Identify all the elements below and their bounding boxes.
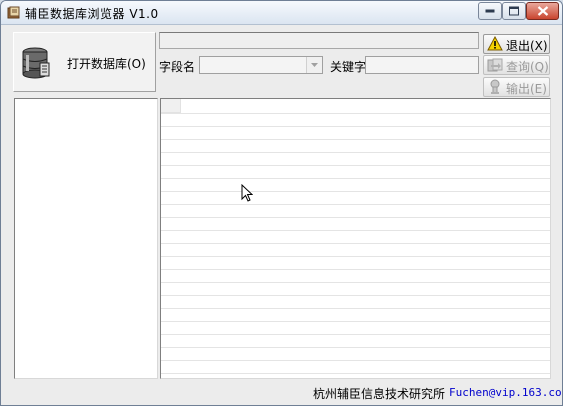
mouse-cursor-icon — [241, 184, 253, 202]
maximize-button[interactable] — [502, 2, 526, 20]
grid-row-line — [161, 295, 550, 296]
keyword-label: 关键字 — [330, 60, 367, 74]
path-display — [159, 32, 479, 49]
status-organization: 杭州辅臣信息技术研究所 — [313, 387, 446, 401]
title-bar[interactable]: 辅臣数据库浏览器 V1.0 — [1, 1, 562, 25]
grid-row-line — [161, 165, 550, 166]
grid-row-line — [161, 243, 550, 244]
data-grid[interactable] — [160, 98, 551, 379]
minimize-icon — [485, 9, 495, 13]
table-list[interactable] — [14, 98, 158, 379]
grid-row-line — [161, 256, 550, 257]
field-name-select[interactable] — [199, 56, 323, 74]
query-button[interactable]: 查询(Q) — [483, 55, 550, 75]
grid-row-line — [161, 217, 550, 218]
open-database-label: 打开数据库(O) — [67, 57, 146, 71]
close-button[interactable] — [526, 2, 559, 20]
window-title: 辅臣数据库浏览器 V1.0 — [25, 7, 159, 21]
minimize-button[interactable] — [478, 2, 502, 20]
field-name-label: 字段名 — [159, 60, 196, 74]
grid-row-line — [161, 126, 550, 127]
exit-label: 退出(X) — [506, 39, 548, 53]
grid-row-line — [161, 178, 550, 179]
grid-row-line — [161, 373, 550, 374]
grid-row-line — [161, 282, 550, 283]
grid-row-line — [161, 321, 550, 322]
grid-row-line — [161, 191, 550, 192]
grid-row-line — [161, 139, 550, 140]
grid-corner-header[interactable] — [161, 99, 181, 113]
grid-row-line — [161, 347, 550, 348]
app-window: 辅臣数据库浏览器 V1.0 打开数据库(O) 字段名 关键字 退出(X) 查询(… — [0, 0, 563, 406]
grid-row-line — [161, 308, 550, 309]
app-book-icon — [7, 6, 20, 19]
export-icon — [490, 79, 500, 94]
chevron-down-icon — [311, 63, 318, 67]
maximize-icon — [509, 6, 519, 16]
field-dropdown-button[interactable] — [306, 57, 322, 73]
grid-row-line — [161, 334, 550, 335]
grid-row-line — [161, 360, 550, 361]
client-area: 打开数据库(O) 字段名 关键字 退出(X) 查询(Q) 输出(E) 杭州辅臣信… — [5, 27, 562, 403]
status-email: Fuchen@vip.163.com — [449, 386, 563, 399]
database-icon — [22, 47, 50, 79]
open-database-button[interactable]: 打开数据库(O) — [13, 32, 156, 92]
export-label: 输出(E) — [506, 82, 547, 96]
export-button[interactable]: 输出(E) — [483, 77, 550, 97]
keyword-input[interactable] — [365, 56, 479, 74]
grid-row-line — [161, 152, 550, 153]
grid-row-line — [161, 230, 550, 231]
grid-row-line — [161, 113, 550, 114]
query-label: 查询(Q) — [506, 60, 549, 74]
grid-row-line — [161, 269, 550, 270]
close-icon — [537, 6, 548, 16]
exit-button[interactable]: 退出(X) — [483, 34, 550, 54]
grid-row-line — [161, 204, 550, 205]
query-icon — [487, 58, 503, 72]
warning-icon — [487, 36, 503, 51]
